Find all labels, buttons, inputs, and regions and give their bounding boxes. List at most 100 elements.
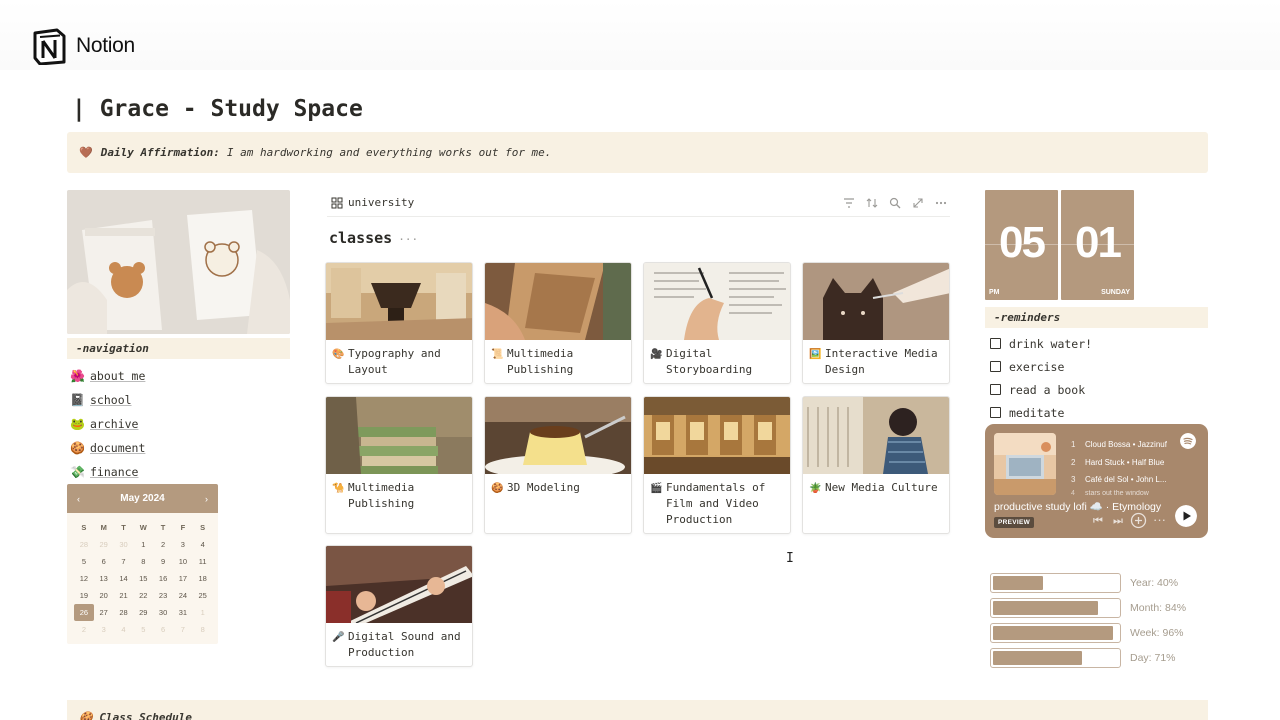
- affirmation-callout[interactable]: 🤎 Daily Affirmation: I am hardworking an…: [67, 132, 1208, 173]
- nav-item-label: archive: [90, 417, 139, 431]
- class-card[interactable]: 🐪 Multimedia Publishing: [325, 396, 473, 534]
- play-button-icon[interactable]: [1175, 505, 1197, 527]
- page-title[interactable]: | Grace - Study Space: [72, 96, 363, 122]
- filter-icon[interactable]: [842, 196, 856, 210]
- calendar-day[interactable]: 28: [114, 604, 134, 621]
- affirmation-label: Daily Affirmation:: [100, 146, 220, 159]
- more-icon[interactable]: [934, 196, 948, 210]
- calendar-prev-button[interactable]: ‹: [77, 494, 80, 504]
- reminder-checkbox[interactable]: [990, 361, 1001, 372]
- reminder-checkbox[interactable]: [990, 384, 1001, 395]
- expand-icon[interactable]: [911, 196, 925, 210]
- more-options-icon[interactable]: ···: [1153, 512, 1166, 527]
- class-card[interactable]: 🖼️ Interactive Media Design: [802, 262, 950, 384]
- nav-item-finance[interactable]: 💸 finance: [70, 460, 145, 484]
- card-title: Multimedia Publishing: [348, 481, 415, 510]
- calendar-day[interactable]: 7: [173, 621, 193, 638]
- calendar-day[interactable]: 1: [133, 536, 153, 553]
- class-card[interactable]: 🎥 Digital Storyboarding: [643, 262, 791, 384]
- calendar-day[interactable]: 4: [114, 621, 134, 638]
- class-card[interactable]: 🎤 Digital Sound and Production: [325, 545, 473, 667]
- spotify-icon[interactable]: [1180, 433, 1196, 449]
- calendar-day[interactable]: 29: [94, 536, 114, 553]
- class-card[interactable]: 🎨 Typography and Layout: [325, 262, 473, 384]
- calendar-day[interactable]: 19: [74, 587, 94, 604]
- calendar-day[interactable]: 30: [153, 604, 173, 621]
- class-card[interactable]: 🍪 3D Modeling: [484, 396, 632, 534]
- calendar-weekday: M: [100, 523, 107, 532]
- nav-item-about-me[interactable]: 🌺 about me: [70, 364, 145, 388]
- track-row[interactable]: 3 Café del Sol • John L...: [1071, 471, 1181, 489]
- calendar-day[interactable]: 26: [74, 604, 94, 621]
- calendar-day[interactable]: 27: [94, 604, 114, 621]
- notion-logo-icon[interactable]: [30, 27, 68, 65]
- nav-item-archive[interactable]: 🐸 archive: [70, 412, 145, 436]
- nav-item-document[interactable]: 🍪 document: [70, 436, 145, 460]
- card-cover-image: [803, 263, 949, 340]
- view-tab-university[interactable]: university: [331, 196, 414, 209]
- calendar-day[interactable]: 12: [74, 570, 94, 587]
- calendar-weekday: W: [139, 523, 147, 532]
- class-card[interactable]: 📜 Multimedia Publishing: [484, 262, 632, 384]
- calendar-day[interactable]: 31: [173, 604, 193, 621]
- calendar-day[interactable]: 22: [133, 587, 153, 604]
- calendar-day[interactable]: 21: [114, 587, 134, 604]
- calendar-day[interactable]: 15: [133, 570, 153, 587]
- calendar-day[interactable]: 30: [114, 536, 134, 553]
- calendar-day[interactable]: 24: [173, 587, 193, 604]
- nav-item-school[interactable]: 📓 school: [70, 388, 145, 412]
- calendar-day[interactable]: 10: [173, 553, 193, 570]
- calendar-day[interactable]: 28: [74, 536, 94, 553]
- calendar-day[interactable]: 1: [193, 604, 213, 621]
- card-title: Multimedia Publishing: [507, 347, 574, 376]
- brown-heart-icon: 🤎: [79, 146, 93, 159]
- calendar-day[interactable]: 20: [94, 587, 114, 604]
- card-cover-image: [644, 263, 790, 340]
- reminder-item: drink water!: [990, 332, 1092, 355]
- calendar-day[interactable]: 8: [133, 553, 153, 570]
- calendar-day[interactable]: 6: [94, 553, 114, 570]
- calendar-day[interactable]: 5: [74, 553, 94, 570]
- track-row[interactable]: 2 Hard Stuck • Half Blue: [1071, 454, 1181, 472]
- calendar-day[interactable]: 8: [193, 621, 213, 638]
- next-track-icon[interactable]: ⏭: [1113, 515, 1123, 528]
- cookie-icon: 🍪: [70, 441, 85, 455]
- calendar-day[interactable]: 14: [114, 570, 134, 587]
- calendar-day[interactable]: 29: [133, 604, 153, 621]
- calendar-day[interactable]: 5: [133, 621, 153, 638]
- calendar-day[interactable]: 2: [74, 621, 94, 638]
- calendar-next-button[interactable]: ›: [205, 494, 208, 504]
- search-icon[interactable]: [888, 196, 902, 210]
- app-name[interactable]: Notion: [76, 34, 135, 58]
- calendar-day[interactable]: 4: [193, 536, 213, 553]
- calendar-day[interactable]: 18: [193, 570, 213, 587]
- calendar-day[interactable]: 6: [153, 621, 173, 638]
- calendar-day[interactable]: 3: [94, 621, 114, 638]
- database-title[interactable]: classes ···: [329, 229, 418, 247]
- calendar-day[interactable]: 3: [173, 536, 193, 553]
- calendar-weekday: S: [81, 523, 87, 532]
- calendar-day[interactable]: 9: [153, 553, 173, 570]
- track-row[interactable]: 4 stars out the window: [1071, 489, 1181, 498]
- calendar-day[interactable]: 16: [153, 570, 173, 587]
- track-row[interactable]: 1 Cloud Bossa • Jazzinuf: [1071, 436, 1181, 454]
- class-card[interactable]: 🎬 Fundamentals of Film and Video Producti…: [643, 396, 791, 534]
- previous-track-icon[interactable]: ⏮: [1093, 515, 1103, 528]
- reminder-checkbox[interactable]: [990, 407, 1001, 418]
- calendar-weekday: F: [180, 523, 186, 532]
- calendar-day[interactable]: 25: [193, 587, 213, 604]
- database-title-menu[interactable]: ···: [398, 233, 418, 246]
- class-schedule-callout[interactable]: 🍪 Class Schedule: [67, 700, 1208, 720]
- music-player-embed[interactable]: 1 Cloud Bossa • Jazzinuf 2 Hard Stuck • Ha…: [985, 424, 1208, 538]
- calendar-day[interactable]: 7: [114, 553, 134, 570]
- reminder-checkbox[interactable]: [990, 338, 1001, 349]
- sort-icon[interactable]: [865, 196, 879, 210]
- class-card[interactable]: 🪴 New Media Culture: [802, 396, 950, 534]
- add-to-library-icon[interactable]: [1130, 512, 1147, 529]
- calendar-day[interactable]: 23: [153, 587, 173, 604]
- calendar-day[interactable]: 2: [153, 536, 173, 553]
- calendar-weekday: S: [200, 523, 206, 532]
- calendar-day[interactable]: 11: [193, 553, 213, 570]
- calendar-day[interactable]: 13: [94, 570, 114, 587]
- calendar-day[interactable]: 17: [173, 570, 193, 587]
